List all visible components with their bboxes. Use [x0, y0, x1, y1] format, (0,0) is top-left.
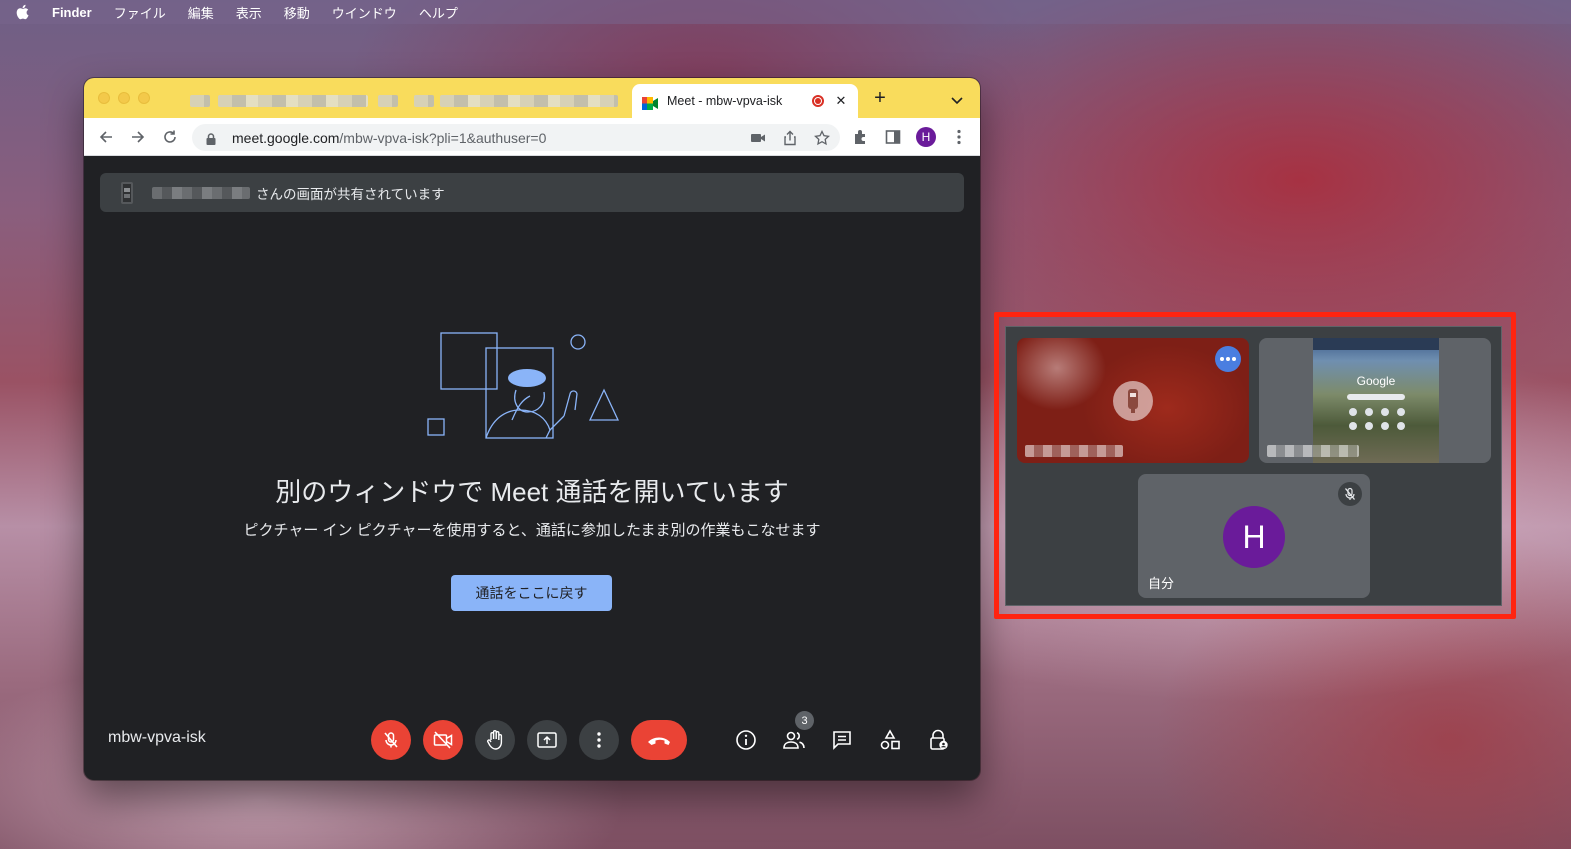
lock-icon[interactable] [204, 131, 218, 145]
tab-title: Meet - mbw-vpva-isk [667, 94, 783, 108]
tab-title-blurred-2[interactable] [440, 95, 618, 107]
picture-in-picture-illustration [427, 332, 620, 439]
activities-shapes-icon[interactable] [878, 728, 902, 752]
participant-tile-self[interactable]: H 自分 [1138, 474, 1370, 598]
address-bar[interactable]: meet.google.com/mbw-vpva-isk?pli=1&authu… [192, 124, 840, 151]
back-icon[interactable] [96, 127, 116, 147]
pip-active-title: 別のウィンドウで Meet 通話を開いています [275, 477, 789, 507]
present-screen-icon [537, 732, 557, 748]
menu-app-name[interactable]: Finder [52, 5, 92, 20]
more-vert-icon [597, 732, 601, 748]
menu-item-file[interactable]: ファイル [114, 3, 166, 22]
minimize-window-button[interactable] [118, 92, 130, 104]
apple-menu-icon[interactable] [16, 4, 30, 20]
presenter-avatar-icon [114, 180, 140, 206]
hang-up-icon [648, 737, 670, 745]
bookmark-star-icon[interactable] [814, 129, 830, 146]
menu-item-window[interactable]: ウインドウ [332, 3, 397, 22]
side-panel-icon[interactable] [884, 128, 902, 146]
chat-icon[interactable] [830, 728, 854, 752]
tab-icon-blurred[interactable] [378, 95, 398, 107]
camera-off-button[interactable] [423, 720, 463, 760]
pip-active-subtitle: ピクチャー イン ピクチャーを使用すると、通話に参加したまま別の作業もこなせます [243, 522, 821, 539]
close-tab-icon[interactable]: ✕ [834, 94, 848, 109]
tab-favicon-blurred[interactable] [190, 95, 210, 107]
self-avatar: H [1223, 506, 1285, 568]
tab-favicon-blurred-2[interactable] [414, 95, 434, 107]
browser-toolbar: meet.google.com/mbw-vpva-isk?pli=1&authu… [84, 118, 980, 156]
self-mic-off-icon [1338, 482, 1362, 506]
host-controls-lock-icon[interactable] [926, 728, 950, 752]
return-call-here-button[interactable]: 通話をここに戻す [451, 575, 612, 611]
menu-item-go[interactable]: 移動 [284, 3, 310, 22]
present-screen-button[interactable] [527, 720, 567, 760]
menu-item-edit[interactable]: 編集 [188, 3, 214, 22]
url-host: meet.google.com [232, 129, 340, 146]
zoom-window-button[interactable] [138, 92, 150, 104]
meeting-details-info-icon[interactable] [734, 728, 758, 752]
picture-in-picture-window[interactable]: Google H 自分 [1005, 326, 1502, 606]
share-icon[interactable] [782, 130, 798, 146]
recording-indicator-icon [812, 95, 824, 107]
tile-more-options-icon[interactable] [1215, 346, 1241, 372]
google-meet-icon [642, 95, 658, 110]
raise-hand-icon [487, 730, 503, 750]
close-window-button[interactable] [98, 92, 110, 104]
raise-hand-button[interactable] [475, 720, 515, 760]
people-icon[interactable] [782, 728, 806, 752]
presenter-name-blurred [152, 186, 250, 199]
browser-window: Meet - mbw-vpva-isk ✕ + meet.google.com /… [84, 78, 980, 780]
forward-icon[interactable] [128, 127, 148, 147]
tab-search-chevron-icon[interactable] [950, 92, 964, 106]
extensions-puzzle-icon[interactable] [852, 128, 870, 146]
mic-off-button[interactable] [371, 720, 411, 760]
participant-tile-presenter[interactable] [1017, 338, 1249, 463]
tab-strip: Meet - mbw-vpva-isk ✕ + [84, 78, 980, 118]
menu-bar: Finder ファイル 編集 表示 移動 ウインドウ ヘルプ [0, 0, 1571, 24]
menu-item-help[interactable]: ヘルプ [419, 3, 458, 22]
participant-tile-screen-share[interactable]: Google [1259, 338, 1491, 463]
profile-avatar[interactable]: H [916, 127, 936, 147]
shared-screen-google-logo: Google [1356, 374, 1396, 388]
self-label: 自分 [1148, 576, 1175, 591]
menu-item-view[interactable]: 表示 [236, 3, 262, 22]
tab-meet[interactable]: Meet - mbw-vpva-isk ✕ [632, 84, 858, 118]
browser-menu-kebab-icon[interactable] [950, 128, 968, 146]
participant-name-blurred [1025, 445, 1123, 457]
leave-call-button[interactable] [631, 720, 687, 760]
meeting-code: mbw-vpva-isk [108, 729, 206, 746]
participant-count-badge: 3 [795, 711, 814, 730]
camera-off-icon [433, 731, 453, 749]
new-tab-button[interactable]: + [870, 88, 890, 108]
camera-in-use-icon[interactable] [750, 130, 766, 146]
more-options-button[interactable] [579, 720, 619, 760]
url-path: /mbw-vpva-isk?pli=1&authuser=0 [339, 129, 547, 146]
tab-title-blurred[interactable] [218, 95, 368, 107]
screen-share-banner-text: さんの画面が共有されています [256, 186, 445, 202]
mic-off-icon [384, 732, 398, 748]
participant-avatar-icon [1113, 381, 1153, 421]
screen-share-banner: さんの画面が共有されています [100, 173, 964, 212]
presenter-label-blurred [1267, 445, 1359, 457]
reload-icon[interactable] [160, 127, 180, 147]
